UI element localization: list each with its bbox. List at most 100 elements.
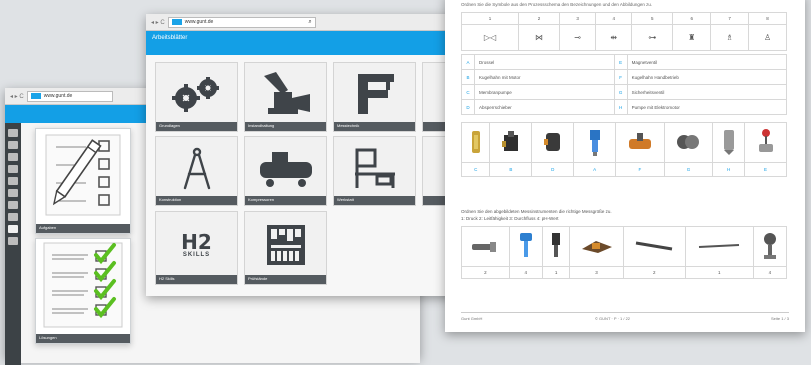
address-url: www.gunt.de [43, 93, 73, 99]
sidebar-grid-icon[interactable] [8, 201, 18, 209]
answer-cell: C [460, 162, 491, 177]
tile-caption: Kompressoren [245, 196, 326, 205]
component-image [712, 122, 746, 163]
answer-cell: 1 [684, 266, 754, 279]
search-icon[interactable]: ⌕ [308, 19, 311, 26]
legend-row: C Membranpumpe G Sicherheitsventil [461, 84, 788, 100]
answer-cell: B [489, 162, 533, 177]
pressure-sensor-photo-icon [472, 242, 497, 252]
answer-cell: E [744, 162, 787, 177]
browser-nav-buttons[interactable]: ◂ ▸ C [10, 93, 24, 100]
workbench-icon [354, 148, 395, 188]
sidebar-home-icon[interactable] [8, 129, 18, 137]
component-table: C B D A F G H E [460, 122, 787, 177]
ball-valve-photo-icon [501, 131, 518, 151]
component-image [460, 122, 491, 163]
favicon-icon [171, 19, 182, 25]
pencil-checklist-icon [45, 134, 121, 216]
footer-center: © GUNT · P · 1 / 22 [595, 316, 631, 321]
legend-table: A Drossel E Magnetventil B Kugelhahn mit… [461, 54, 788, 115]
card-solutions[interactable]: Lösungen [35, 238, 131, 344]
legend-row: D Absperrschieber H Pumpe mit Elektromot… [461, 99, 788, 115]
pump-photo-icon [543, 133, 560, 151]
caliper-icon [357, 74, 394, 114]
gauge-sensor-photo-icon [763, 233, 776, 259]
section-banner: Arbeitsblätter [146, 31, 456, 55]
instrument-image [622, 226, 686, 267]
symbol-row: ▷◁ ⋈ ⊸ ⇹ ⊶ ♜ ♗ ♙ [460, 24, 787, 51]
instrument-image [541, 226, 571, 267]
table-cell: 4 [595, 12, 633, 25]
legend-key: C [461, 84, 475, 100]
legend-label: Pumpe mit Elektromotor [626, 99, 788, 115]
instrument-image [752, 226, 788, 267]
number-row: 1 2 3 4 5 6 7 8 [460, 12, 787, 25]
answer-row: C B D A F G H E [460, 162, 787, 177]
tile-design[interactable]: Konstruktion [155, 136, 238, 206]
address-bar[interactable]: www.gunt.de ⌕ [167, 16, 316, 28]
component-image [573, 122, 617, 163]
safety-valve-symbol-icon: ♜ [672, 24, 712, 51]
footer-divider [461, 312, 789, 313]
card-tasks[interactable]: Aufgaben [35, 128, 131, 234]
h2-skills-icon: H2 SKILLS [156, 218, 237, 272]
sidebar-list-icon[interactable] [8, 189, 18, 197]
tile-test-benches[interactable]: Prüfstände [244, 211, 327, 285]
skills-text: SKILLS [182, 252, 211, 258]
instrument-image [508, 226, 543, 267]
sidebar-tool-icon[interactable] [8, 141, 18, 149]
legend-key: A [461, 54, 475, 70]
tile-workshop[interactable]: Werkstatt [333, 136, 416, 206]
sidebar-plus-icon[interactable] [8, 165, 18, 173]
tile-maintenance[interactable]: Instandhaltung [244, 62, 327, 132]
ph-sensor-photo-icon [581, 241, 612, 253]
tile-compressors[interactable]: Kompressoren [244, 136, 327, 206]
legend-row: B Kugelhahn mit Motor F Kugelhahn Handbe… [461, 69, 788, 85]
address-bar[interactable]: www.gunt.de [26, 90, 113, 102]
sidebar-cloud-icon[interactable] [8, 153, 18, 161]
throttle-photo-icon [471, 131, 480, 153]
footer-left: Gunt GmbH [461, 316, 483, 321]
tile-fundamentals[interactable]: Grundlagen [155, 62, 238, 132]
gate-valve-symbol-icon: ⇹ [595, 24, 633, 51]
address-url: www.gunt.de [184, 19, 214, 25]
valve-icon [263, 72, 310, 114]
answer-cell: D [531, 162, 575, 177]
component-image [663, 122, 714, 163]
legend-row: A Drossel E Magnetventil [461, 54, 788, 70]
compressor-icon [259, 152, 312, 187]
tile-measurement[interactable]: Messtechnik [333, 62, 416, 132]
legend-label: Sicherheitsventil [626, 84, 788, 100]
section2-title: Ordnen Sie den abgebildeten Messinstrume… [461, 209, 612, 214]
h2-text: H2 [181, 230, 212, 254]
legend-key: H [613, 99, 628, 115]
manual-valve-photo-icon [628, 133, 651, 149]
tile-h2-skills[interactable]: H2 SKILLS H2 Skills [155, 211, 238, 285]
sidebar-eye-icon[interactable] [8, 225, 18, 233]
manual-valve-symbol-icon: ⊶ [631, 24, 674, 51]
legend-label: Absperrschieber [474, 99, 615, 115]
solenoid-valve-photo-icon [758, 129, 773, 152]
component-image [489, 122, 533, 163]
flow-sensor-photo-icon [552, 233, 561, 257]
component-image [615, 122, 665, 163]
legend-key: D [461, 99, 475, 115]
instrument-image [461, 226, 510, 267]
component-image [744, 122, 787, 163]
sidebar-settings-icon[interactable] [8, 213, 18, 221]
browser-toolbar: ◂ ▸ C www.gunt.de ⌕ [146, 14, 456, 31]
tile-caption: H2 Skills [156, 275, 237, 284]
worksheet-instruction: Ordnen Sie die Symbole aus den Prozesssc… [461, 2, 653, 7]
browser-window-middle: ◂ ▸ C www.gunt.de ⌕ Arbeitsblätter Grund… [146, 14, 464, 296]
sidebar-info-icon[interactable] [8, 237, 18, 245]
safety-valve-photo-icon [677, 135, 700, 149]
table-cell: 8 [748, 12, 787, 25]
sidebar-doc-icon[interactable] [8, 177, 18, 185]
browser-nav-buttons[interactable]: ◂ ▸ C [151, 19, 165, 26]
worksheet-document: Ordnen Sie die Symbole aus den Prozesssc… [445, 0, 805, 332]
legend-label: Magnetventil [626, 54, 788, 70]
answer-cell: 3 [569, 266, 624, 279]
probe-photo-icon [636, 241, 673, 251]
banner-title: Arbeitsblätter [152, 35, 188, 41]
instrument-image-row [461, 226, 788, 267]
